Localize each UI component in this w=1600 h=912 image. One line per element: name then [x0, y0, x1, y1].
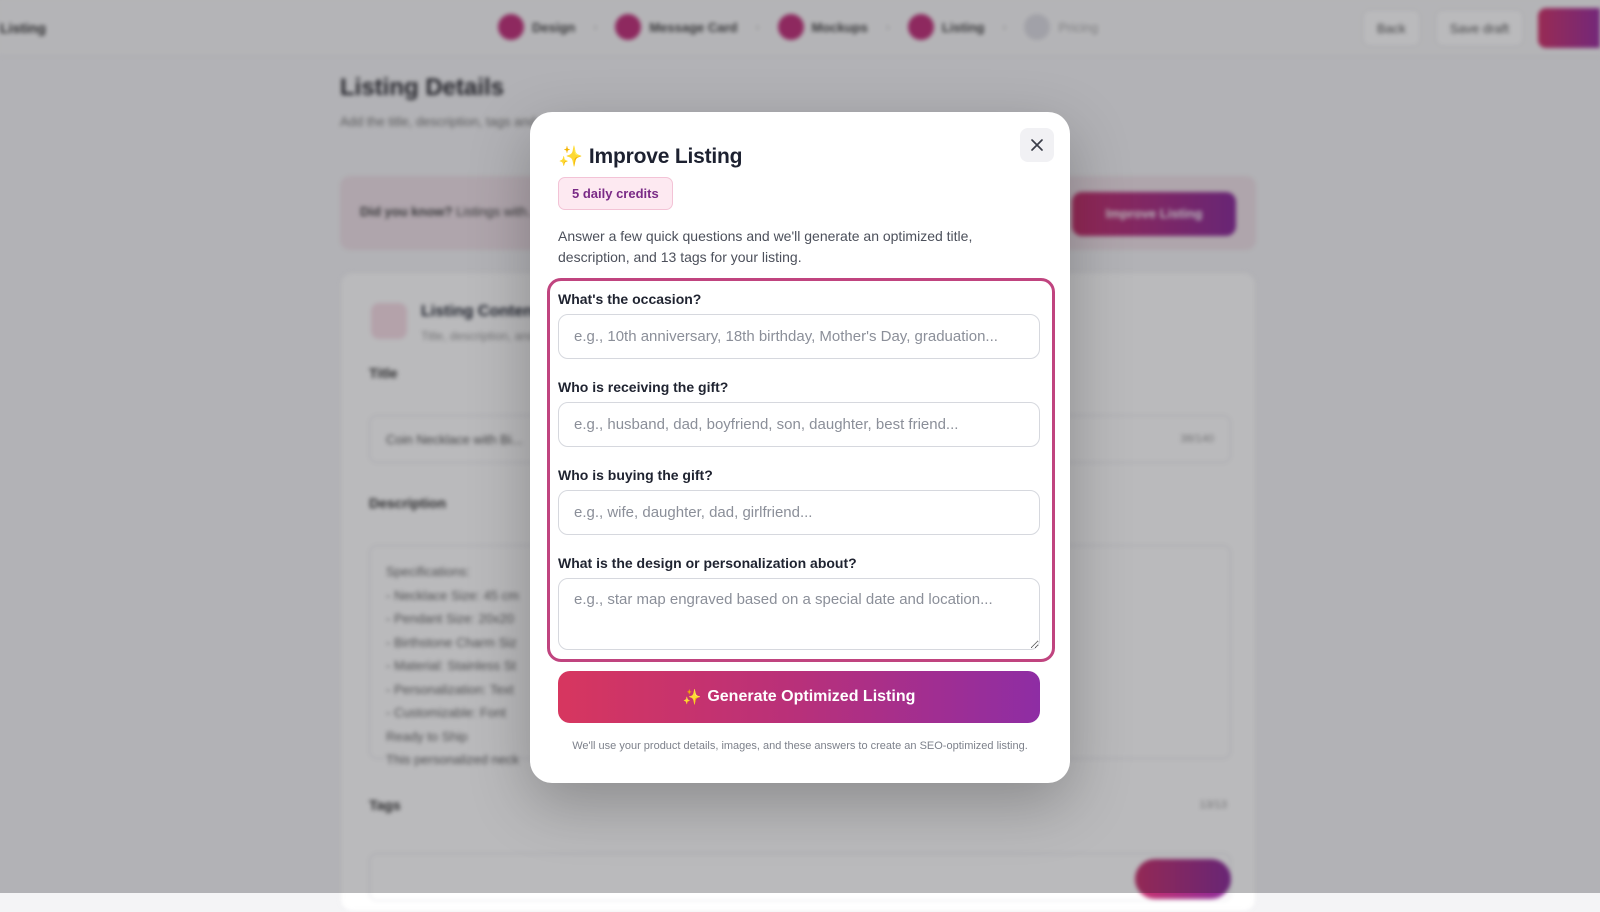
- credits-badge: 5 daily credits: [558, 177, 673, 210]
- design-textarea[interactable]: [558, 578, 1040, 650]
- design-label: What is the design or personalization ab…: [558, 555, 857, 571]
- close-icon: [1030, 138, 1044, 152]
- modal-title: Improve Listing: [589, 145, 742, 169]
- sparkles-icon: ✨: [683, 688, 702, 706]
- generate-optimized-listing-button[interactable]: ✨ Generate Optimized Listing: [558, 671, 1040, 723]
- improve-listing-modal: ✨ Improve Listing 5 daily credits Answer…: [530, 112, 1070, 783]
- close-button[interactable]: [1020, 128, 1054, 162]
- modal-footnote: We'll use your product details, images, …: [530, 740, 1070, 752]
- modal-header: ✨ Improve Listing: [558, 144, 742, 169]
- buyer-input[interactable]: [558, 490, 1040, 535]
- recipient-label: Who is receiving the gift?: [558, 379, 728, 395]
- modal-description: Answer a few quick questions and we'll g…: [558, 226, 1044, 267]
- sparkles-icon: ✨: [558, 144, 583, 169]
- occasion-input[interactable]: [558, 314, 1040, 359]
- recipient-input[interactable]: [558, 402, 1040, 447]
- buyer-label: Who is buying the gift?: [558, 467, 713, 483]
- occasion-label: What's the occasion?: [558, 291, 701, 307]
- generate-button-label: Generate Optimized Listing: [707, 688, 915, 706]
